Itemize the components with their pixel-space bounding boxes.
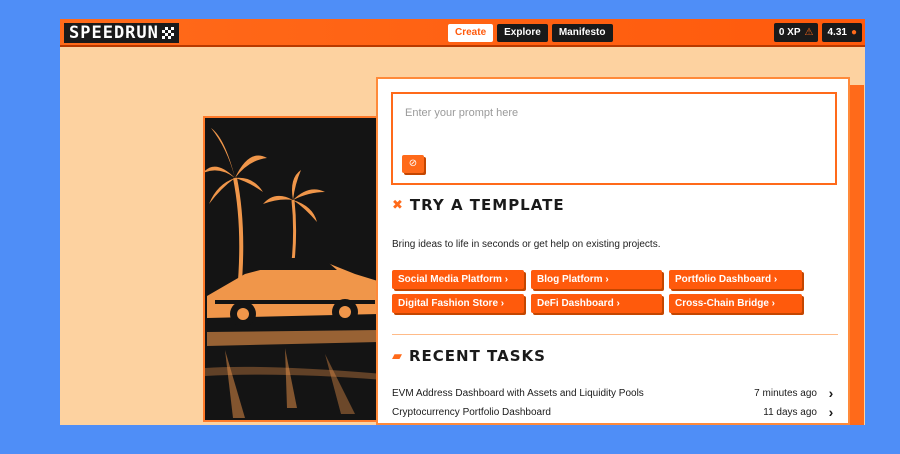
- nav-explore[interactable]: Explore: [497, 24, 548, 42]
- task-time: 11 days ago: [763, 406, 817, 418]
- template-blog-platform[interactable]: Blog Platform ›: [531, 270, 662, 289]
- prompt-box: ⊘: [391, 92, 837, 185]
- folder-icon: ▰: [392, 348, 403, 364]
- template-digital-fashion-store[interactable]: Digital Fashion Store ›: [392, 294, 524, 313]
- template-social-media-platform[interactable]: Social Media Platform ›: [392, 270, 524, 289]
- tools-icon: ✖: [392, 197, 404, 213]
- attach-icon: ⊘: [408, 158, 418, 169]
- templates-title: TRY A TEMPLATE: [409, 196, 565, 214]
- speedrun-logo[interactable]: SPEEDRUN: [64, 23, 179, 43]
- create-panel: ⊘ ✖ TRY A TEMPLATE Bring ideas to life i…: [376, 77, 850, 425]
- attach-button[interactable]: ⊘: [402, 155, 424, 173]
- recent-tasks-title: RECENT TASKS: [409, 347, 546, 365]
- recent-task-row[interactable]: Cryptocurrency Portfolio Dashboard 11 da…: [392, 404, 837, 420]
- coin-icon: ●: [850, 27, 857, 38]
- xp-value: 0 XP: [778, 27, 801, 38]
- balance-badge[interactable]: 4.31 ●: [822, 23, 862, 42]
- task-time: 7 minutes ago: [754, 387, 817, 399]
- logo-text: SPEEDRUN: [69, 23, 159, 43]
- template-portfolio-dashboard[interactable]: Portfolio Dashboard ›: [669, 270, 802, 289]
- chevron-right-icon: ›: [828, 404, 834, 420]
- task-name: Cryptocurrency Portfolio Dashboard: [392, 406, 551, 418]
- hero-artwork: [203, 116, 381, 422]
- nav-manifesto[interactable]: Manifesto: [551, 24, 613, 42]
- task-name: EVM Address Dashboard with Assets and Li…: [392, 387, 644, 399]
- main-nav: Create Explore Manifesto: [448, 24, 613, 42]
- template-defi-dashboard[interactable]: DeFi Dashboard ›: [531, 294, 662, 313]
- template-cross-chain-bridge[interactable]: Cross-Chain Bridge ›: [669, 294, 802, 313]
- warning-triangle-icon: ⚠: [804, 27, 814, 38]
- top-bar: SPEEDRUN Create Explore Manifesto 0 XP ⚠…: [60, 19, 865, 47]
- nav-create[interactable]: Create: [448, 24, 494, 42]
- templates-heading: ✖ TRY A TEMPLATE: [392, 196, 565, 214]
- sports-car-palm-illustration: [205, 118, 379, 420]
- templates-subtitle: Bring ideas to life in seconds or get he…: [392, 239, 661, 250]
- prompt-input[interactable]: [393, 94, 835, 154]
- chevron-right-icon: ›: [828, 385, 834, 401]
- app-window: SPEEDRUN Create Explore Manifesto 0 XP ⚠…: [60, 19, 865, 425]
- section-divider: [392, 334, 838, 335]
- balance-value: 4.31: [827, 27, 847, 38]
- checkered-flag-icon: [161, 27, 174, 39]
- recent-tasks-heading: ▰ RECENT TASKS: [392, 347, 546, 365]
- user-stats: 0 XP ⚠ 4.31 ●: [773, 23, 862, 42]
- recent-task-row[interactable]: EVM Address Dashboard with Assets and Li…: [392, 385, 837, 401]
- xp-badge[interactable]: 0 XP ⚠: [773, 23, 819, 42]
